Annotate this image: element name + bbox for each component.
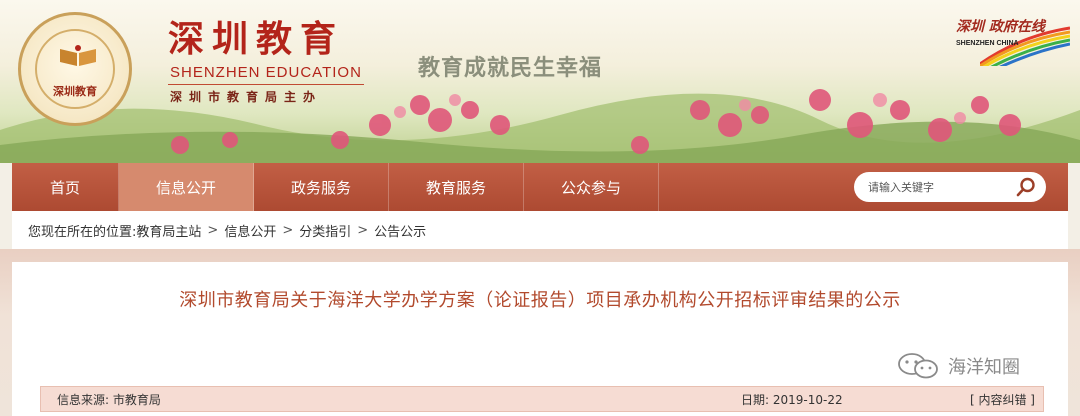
breadcrumb-separator: > xyxy=(357,222,369,238)
article-panel: 深圳市教育局关于海洋大学办学方案（论证报告）项目承办机构公开招标评审结果的公示 … xyxy=(12,262,1068,416)
source-info: 信息来源: 市教育局 xyxy=(57,391,161,408)
education-emblem-logo[interactable]: 深圳教育 xyxy=(18,12,132,126)
site-title-cn: 深圳教育 xyxy=(168,18,345,60)
site-slogan: 教育成就民生幸福 xyxy=(418,55,603,81)
wechat-watermark: 海洋知圈 xyxy=(896,352,1020,380)
nav-item-home[interactable]: 首页 xyxy=(12,163,119,211)
main-nav: 首页 信息公开 政务服务 教育服务 公众参与 xyxy=(12,163,1068,211)
date-value: 2019-10-22 xyxy=(772,392,843,407)
breadcrumb-link-announcements[interactable]: 公告公示 xyxy=(374,221,426,240)
book-icon xyxy=(60,45,96,66)
breadcrumb: 您现在所在的位置: 教育局主站 > 信息公开 > 分类指引 > 公告公示 xyxy=(12,211,1068,249)
city-logo-en: SHENZHEN CHINA xyxy=(956,40,1019,47)
source-value: 市教育局 xyxy=(112,392,161,407)
article-info-bar: 信息来源: 市教育局 日期: 2019-10-22 [ 内容纠错 ] xyxy=(40,386,1044,412)
site-title-en: SHENZHEN EDUCATION xyxy=(170,64,362,81)
wechat-icon xyxy=(898,353,938,379)
search-icon[interactable] xyxy=(1016,177,1036,197)
title-divider xyxy=(168,84,364,85)
nav-item-education-services[interactable]: 教育服务 xyxy=(389,163,524,211)
emblem-text: 深圳教育 xyxy=(53,85,97,98)
article-title: 深圳市教育局关于海洋大学办学方案（论证报告）项目承办机构公开招标评审结果的公示 xyxy=(179,290,901,311)
breadcrumb-separator: > xyxy=(282,222,294,238)
search-input[interactable] xyxy=(868,180,1018,194)
breadcrumb-prefix: 您现在所在的位置: xyxy=(28,224,137,240)
date-info: 日期: 2019-10-22 xyxy=(741,391,843,408)
site-organizer: 深圳市教育局主办 xyxy=(170,90,323,104)
banner-scenery xyxy=(0,89,1080,163)
site-banner: 深圳教育 深圳教育 SHENZHEN EDUCATION 深圳市教育局主办 教育… xyxy=(0,0,1080,163)
breadcrumb-link-info-disclosure[interactable]: 信息公开 xyxy=(224,221,276,240)
breadcrumb-separator: > xyxy=(207,222,219,238)
search-box xyxy=(854,172,1046,202)
breadcrumb-link-home[interactable]: 教育局主站 xyxy=(136,221,201,240)
report-error-link[interactable]: [ 内容纠错 ] xyxy=(970,391,1035,408)
shenzhen-government-logo[interactable]: 深圳 政府在线 SHENZHEN CHINA xyxy=(950,16,1070,72)
nav-item-info-disclosure[interactable]: 信息公开 xyxy=(119,163,254,211)
nav-item-public-participation[interactable]: 公众参与 xyxy=(524,163,659,211)
breadcrumb-link-category-guide[interactable]: 分类指引 xyxy=(299,221,351,240)
watermark-text: 海洋知圈 xyxy=(948,357,1020,378)
date-label: 日期: xyxy=(741,392,770,407)
nav-item-government-services[interactable]: 政务服务 xyxy=(254,163,389,211)
source-label: 信息来源: xyxy=(57,392,110,407)
